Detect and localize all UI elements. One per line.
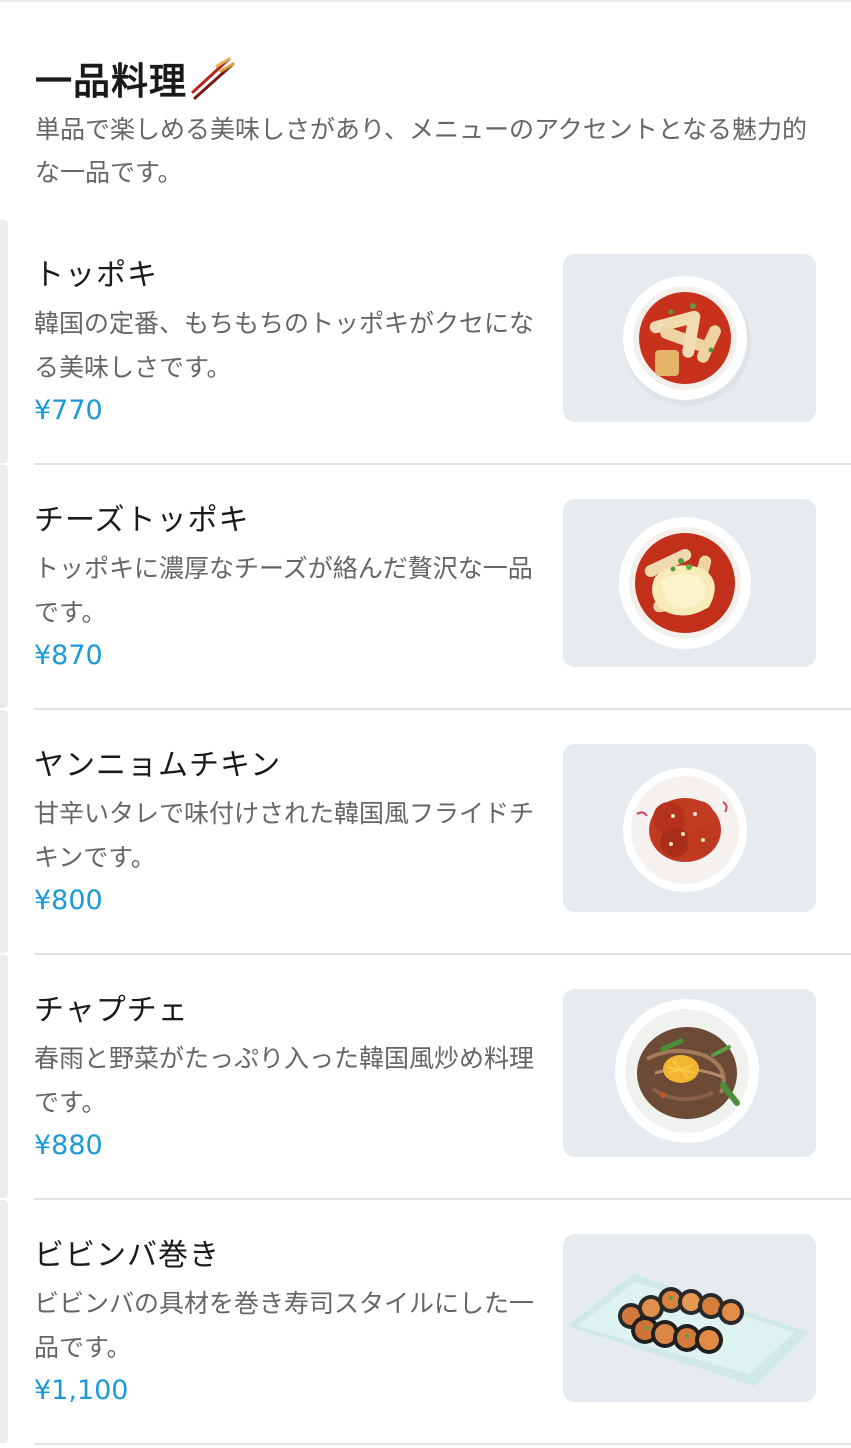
item-description: 甘辛いタレで味付けされた韓国風フライドチキンです。 [34,799,535,872]
yangnyeom-chicken-photo[interactable] [563,744,816,912]
bibimbap-roll-photo[interactable] [563,1234,816,1402]
item-price: ¥770 [34,395,103,426]
chopsticks-icon [189,54,237,102]
menu-item-list: トッポキ 韓国の定番、もちもちのトッポキがクセになる美味しさです。 ¥770 チ… [0,220,851,1445]
item-price: ¥1,100 [34,1375,129,1406]
section-title-row: 一品料理 [35,52,825,104]
item-side-bar [0,710,8,953]
item-side-bar [0,955,8,1198]
top-divider [0,0,851,2]
item-name: ヤンニョムチキン [34,748,282,783]
menu-item[interactable]: トッポキ 韓国の定番、もちもちのトッポキがクセになる美味しさです。 ¥770 [0,220,851,465]
item-description: トッポキに濃厚なチーズが絡んだ贅沢な一品です。 [34,554,533,627]
item-side-bar [0,1200,8,1443]
item-name: ビビンバ巻き [34,1238,220,1273]
item-side-bar [0,220,8,463]
menu-item[interactable]: ヤンニョムチキン 甘辛いタレで味付けされた韓国風フライドチキンです。 ¥800 [0,710,851,955]
japchae-photo[interactable] [563,989,816,1157]
menu-item[interactable]: ビビンバ巻き ビビンバの具材を巻き寿司スタイルにした一品です。 ¥1,100 [0,1200,851,1445]
item-description: 春雨と野菜がたっぷり入った韓国風炒め料理です。 [34,1044,535,1117]
item-price: ¥880 [34,1130,103,1161]
cheese-tteokbokki-photo[interactable] [563,499,816,667]
item-name: チーズトッポキ [34,503,250,538]
menu-item[interactable]: チャプチェ 春雨と野菜がたっぷり入った韓国風炒め料理です。 ¥880 [0,955,851,1200]
item-description: ビビンバの具材を巻き寿司スタイルにした一品です。 [34,1289,535,1362]
section-description: 単品で楽しめる美味しさがあり、メニューのアクセントとなる魅力的な一品です。 [35,115,808,187]
item-name: チャプチェ [34,993,189,1028]
section-title: 一品料理 [35,60,187,103]
tteokbokki-photo[interactable] [563,254,816,422]
item-name: トッポキ [34,258,158,293]
menu-item[interactable]: チーズトッポキ トッポキに濃厚なチーズが絡んだ贅沢な一品です。 ¥870 [0,465,851,710]
item-side-bar [0,465,8,708]
item-description: 韓国の定番、もちもちのトッポキがクセになる美味しさです。 [34,309,535,382]
item-price: ¥870 [34,640,103,671]
section-header: 一品料理 単品で楽しめる美味しさがあり、メニューのアクセントとなる魅力的な一品で… [35,52,825,194]
item-price: ¥800 [34,885,103,916]
